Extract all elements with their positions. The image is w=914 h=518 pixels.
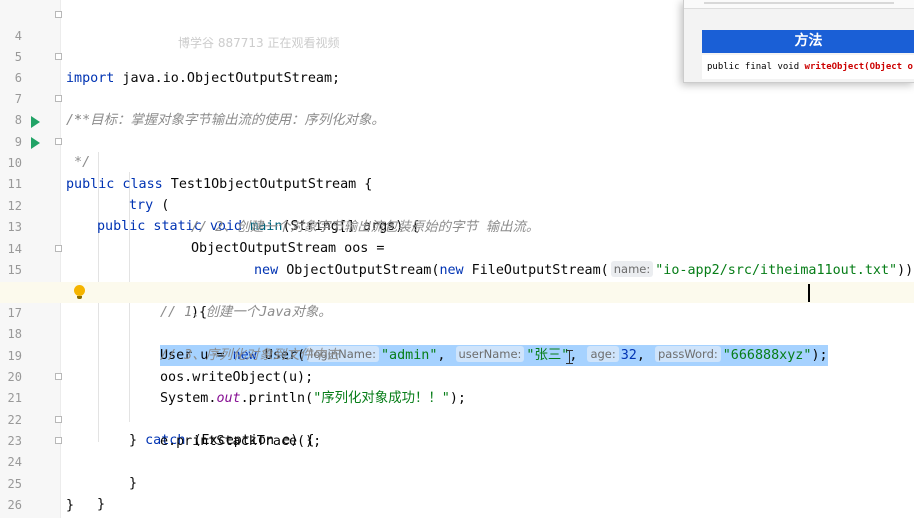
- mouse-ibeam-cursor: [566, 350, 573, 364]
- fold-icon[interactable]: [55, 437, 62, 444]
- method-popup: 方法 public final void writeObject(Object …: [683, 0, 914, 83]
- code-line-23[interactable]: 23 }: [0, 410, 914, 491]
- text-caret: [808, 284, 810, 302]
- popup-header: 方法: [702, 30, 914, 53]
- fold-icon[interactable]: [55, 416, 62, 423]
- run-icon[interactable]: [31, 137, 40, 149]
- fold-icon[interactable]: [55, 95, 62, 102]
- code-line-22[interactable]: 22 e.printStackTrace();: [0, 389, 914, 449]
- code-line-12[interactable]: 12 // 2、创建一个对象字节输出流包装原始的字节 输出流。: [0, 175, 914, 235]
- code-line-19[interactable]: 19 oos.writeObject(u);: [0, 325, 914, 385]
- code-line-21[interactable]: 21 } catch (Exception e) {: [0, 367, 914, 448]
- code-line-16[interactable]: 16 // 1、创建一个Java对象。: [0, 260, 914, 320]
- code-line-24[interactable]: 24 }: [0, 431, 914, 512]
- popup-signature: public final void writeObject(Object o): [702, 55, 914, 79]
- code-line-15[interactable]: 15 ){: [0, 239, 914, 320]
- code-line-10[interactable]: 10 public static void main(String[] args…: [0, 132, 914, 234]
- fold-icon[interactable]: [55, 373, 62, 380]
- fold-icon[interactable]: [55, 245, 62, 252]
- code-line-8[interactable]: 8 */: [0, 89, 914, 170]
- lightbulb-icon[interactable]: [74, 285, 85, 299]
- fold-icon[interactable]: [55, 53, 62, 60]
- line-number: 26: [7, 498, 22, 512]
- code-line-18[interactable]: 18 // 3、序列化对象到文件中去: [0, 303, 914, 363]
- code-line-11[interactable]: 11 try (: [0, 153, 914, 213]
- fold-icon[interactable]: [55, 138, 62, 145]
- code-line-25[interactable]: 25 }: [0, 453, 914, 513]
- popup-top-strip: [684, 0, 914, 9]
- code-line-9[interactable]: 9 public class Test1ObjectOutputStream {: [0, 111, 914, 192]
- fold-icon[interactable]: [55, 11, 62, 18]
- code-line-13[interactable]: 13 ObjectOutputStream oos =: [0, 196, 914, 256]
- code-line-20[interactable]: 20 System.out.println("序列化对象成功！！");: [0, 346, 914, 406]
- code-line-26[interactable]: 26: [0, 474, 914, 512]
- code-line-14[interactable]: 14 new ObjectOutputStream(new FileOutput…: [0, 218, 914, 278]
- code-line-17[interactable]: 17 User u = new User(loginName: "admin", …: [0, 282, 914, 366]
- run-icon[interactable]: [31, 116, 40, 128]
